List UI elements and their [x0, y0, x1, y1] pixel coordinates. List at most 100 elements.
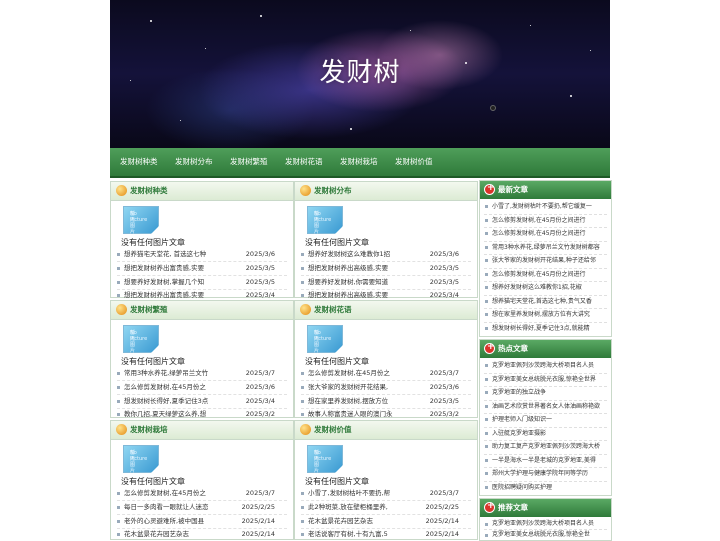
sidebar-link[interactable]: 医院招聘疑问购买护理 — [484, 481, 607, 495]
article-link[interactable]: 想养猫宅天堂花, 首选这七种 — [124, 248, 239, 261]
list-item[interactable]: 想发财树长得好,夏季记住3点 2025/3/4 — [117, 395, 287, 409]
sidebar-link[interactable]: 一半是海水一半是老城的克罗地亚,美得 — [484, 454, 607, 468]
article-link[interactable]: 想要养好发财树,掌握几个知 — [124, 276, 239, 289]
list-item[interactable]: 想在家里养发财树,摆放方位 2025/3/5 — [301, 395, 471, 409]
list-item[interactable]: 想把发财树养出富贵感,实要 2025/3/5 — [117, 262, 287, 276]
article-link[interactable]: 想要养好发财树,你需要知道 — [308, 276, 423, 289]
nav-item-value[interactable]: 发财树价值 — [395, 148, 433, 176]
list-item[interactable]: 张大爷家的发财树开花结果, 2025/3/6 — [301, 381, 471, 395]
sidebar-link[interactable]: 怎么修剪发财树,在45月份之间进行 — [484, 227, 607, 242]
sidebar-link[interactable]: 想在家里养发财树,摆放方位有大讲究 — [484, 308, 607, 323]
article-link[interactable]: 花木盆景花卉园艺杂志 — [124, 528, 239, 541]
article-link[interactable]: 怎么修剪发财树,在45月份之 — [124, 381, 239, 394]
sidebar-link[interactable]: 张大爷家的发财树开花结果,种子还给邻 — [484, 254, 607, 269]
sidebar-link-text[interactable]: 张大爷家的发财树开花结果,种子还给邻 — [492, 254, 607, 268]
nav-item-propagation[interactable]: 发财树繁殖 — [230, 148, 268, 176]
sidebar-link-text[interactable]: 想养猫宅天堂花,首选这七种,贵气又香 — [492, 295, 607, 309]
sidebar-link[interactable]: 油画艺术欣赏世界著名女人体油画称艳欲 — [484, 400, 607, 414]
article-link[interactable]: 小雪了,发财树枯叶不要扔,帮 — [308, 487, 423, 500]
article-link[interactable]: 怎么修剪发财树,在45月份之 — [124, 487, 239, 500]
sidebar-link[interactable]: 想养好发财树这么难教你1招,花椒 — [484, 281, 607, 296]
panel-title[interactable]: 发财树种类 — [130, 182, 168, 200]
sidebar-link[interactable]: 克罗地亚的独立战争 — [484, 386, 607, 401]
no-picture-thumbnail[interactable]: No Picture 暂无图片 — [307, 445, 343, 474]
list-item[interactable]: 想要养好发财树,掌握几个知 2025/3/5 — [117, 276, 287, 290]
sidebar-link[interactable]: 怎么修剪发财树,在45月份之间进行 — [484, 268, 607, 282]
list-item[interactable]: 想养好发财树这么难教你1招 2025/3/6 — [301, 248, 471, 262]
sidebar-link[interactable]: 怎么修剪发财树,在45月份之间进行 — [484, 214, 607, 228]
list-item[interactable]: 怎么修剪发财树,在45月份之 2025/3/7 — [301, 367, 471, 381]
sidebar-link-text[interactable]: 想在家里养发财树,摆放方位有大讲究 — [492, 308, 607, 322]
article-link[interactable]: 老话说客厅有树,十有九富,5 — [308, 528, 423, 541]
article-link[interactable]: 每日一多肉看一眼就让人迷恋 — [124, 501, 239, 514]
sidebar-link-text[interactable]: 想养好发财树这么难教你1招,花椒 — [492, 281, 607, 295]
sidebar-link[interactable]: 护理老师入门级知识一 — [484, 413, 607, 428]
article-link[interactable]: 花木盆景花卉园艺杂志 — [308, 515, 423, 528]
sidebar-link-text[interactable]: 医院招聘疑问购买护理 — [492, 481, 607, 495]
sidebar-link-text[interactable]: 克罗地亚美女总统脱光衣服,惊艳全世 — [492, 529, 607, 540]
article-link[interactable]: 想把发财树养出富贵感,实要 — [124, 262, 239, 275]
sidebar-link-text[interactable]: 油画艺术欣赏世界著名女人体油画称艳欲 — [492, 400, 607, 414]
list-item[interactable]: 想把发财树养出高级感,实要 2025/3/5 — [301, 262, 471, 276]
list-item[interactable]: 常用3种水养花,绿萝吊兰文竹 2025/3/7 — [117, 367, 287, 381]
article-link[interactable]: 此2种斑菜,放在壁柜桶里养, — [308, 501, 423, 514]
nav-item-flower-language[interactable]: 发财树花语 — [285, 148, 323, 176]
list-item[interactable]: 想要养好发财树,你需要知道 2025/3/5 — [301, 276, 471, 290]
list-item[interactable]: 此2种斑菜,放在壁柜桶里养, 2025/2/25 — [301, 501, 471, 515]
sidebar-link-text[interactable]: 小雪了,发财树枯叶不要扔,帮它缓复一 — [492, 200, 607, 214]
no-picture-thumbnail[interactable]: No Picture 暂无图片 — [123, 206, 159, 235]
sidebar-link-text[interactable]: 想发财树长得好,夏季记住3点,就能精 — [492, 322, 607, 336]
list-item[interactable]: 老话说客厅有树,十有九富,5 2025/2/14 — [301, 528, 471, 541]
panel-title[interactable]: 发财树价值 — [314, 421, 352, 439]
sidebar-link-text[interactable]: 助力复工复产克罗地亚佩列沙茨跨海大桥 — [492, 440, 607, 454]
sidebar-link-text[interactable]: 怎么修剪发财树,在45月份之间进行 — [492, 214, 607, 228]
sidebar-link[interactable]: 克罗地亚美女总统脱光衣服,惊艳全世 — [484, 529, 607, 540]
sidebar-link-text[interactable]: 克罗地亚佩列沙茨跨海大桥项目名人员 — [492, 518, 607, 529]
panel-title[interactable]: 发财树繁殖 — [130, 301, 168, 319]
list-item[interactable]: 怎么修剪发财树,在45月份之 2025/3/7 — [117, 487, 287, 501]
sidebar-link[interactable]: 克罗地亚美女总统脱光衣服,惊艳全世界 — [484, 373, 607, 387]
no-picture-thumbnail[interactable]: No Picture 暂无图片 — [307, 325, 343, 354]
article-link[interactable]: 常用3种水养花,绿萝吊兰文竹 — [124, 367, 239, 380]
sidebar-link[interactable]: 常用3种水养花,绿萝吊兰文竹发财树都容 — [484, 241, 607, 255]
no-picture-thumbnail[interactable]: No Picture 暂无图片 — [123, 445, 159, 474]
list-item[interactable]: 小雪了,发财树枯叶不要扔,帮 2025/3/7 — [301, 487, 471, 501]
list-item[interactable]: 每日一多肉看一眼就让人迷恋 2025/2/25 — [117, 501, 287, 515]
article-link[interactable]: 老外的心灵避难所,被中国县 — [124, 515, 239, 528]
list-item[interactable]: 老外的心灵避难所,被中国县 2025/2/14 — [117, 515, 287, 529]
article-link[interactable]: 想养好发财树这么难教你1招 — [308, 248, 423, 261]
no-picture-thumbnail[interactable]: No Picture 暂无图片 — [307, 206, 343, 235]
article-link[interactable]: 想把发财树养出高级感,实要 — [308, 262, 423, 275]
sidebar-link[interactable]: 小雪了,发财树枯叶不要扔,帮它缓复一 — [484, 200, 607, 215]
article-link[interactable]: 怎么修剪发财树,在45月份之 — [308, 367, 423, 380]
list-item[interactable]: 想养猫宅天堂花, 首选这七种 2025/3/6 — [117, 248, 287, 262]
sidebar-link-text[interactable]: 护理老师入门级知识一 — [492, 413, 607, 427]
sidebar-link[interactable]: 助力复工复产克罗地亚佩列沙茨跨海大桥 — [484, 440, 607, 455]
list-item[interactable]: 花木盆景花卉园艺杂志 2025/2/14 — [301, 515, 471, 529]
sidebar-link-text[interactable]: 一半是海水一半是老城的克罗地亚,美得 — [492, 454, 607, 468]
sidebar-link-text[interactable]: 郑州大学护理与健康学院年同等学历 — [492, 467, 607, 481]
panel-title[interactable]: 发财树分布 — [314, 182, 352, 200]
sidebar-link[interactable]: 郑州大学护理与健康学院年同等学历 — [484, 467, 607, 482]
sidebar-link-text[interactable]: 常用3种水养花,绿萝吊兰文竹发财树都容 — [492, 241, 607, 255]
panel-title[interactable]: 发财树花语 — [314, 301, 352, 319]
nav-item-distribution[interactable]: 发财树分布 — [175, 148, 213, 176]
article-link[interactable]: 张大爷家的发财树开花结果, — [308, 381, 423, 394]
sidebar-link-text[interactable]: 怎么修剪发财树,在45月份之间进行 — [492, 268, 607, 282]
panel-title[interactable]: 发财树栽培 — [130, 421, 168, 439]
no-picture-thumbnail[interactable]: No Picture 暂无图片 — [123, 325, 159, 354]
list-item[interactable]: 怎么修剪发财树,在45月份之 2025/3/6 — [117, 381, 287, 395]
nav-item-cultivation[interactable]: 发财树栽培 — [340, 148, 378, 176]
article-link[interactable]: 想在家里养发财树,摆放方位 — [308, 395, 423, 408]
sidebar-link[interactable]: 想发财树长得好,夏季记住3点,就能精 — [484, 322, 607, 336]
article-link[interactable]: 想发财树长得好,夏季记住3点 — [124, 395, 239, 408]
sidebar-link-text[interactable]: 克罗地亚美女总统脱光衣服,惊艳全世界 — [492, 373, 607, 387]
sidebar-link[interactable]: 入驻艇克罗地亚摄影 — [484, 427, 607, 441]
sidebar-link-text[interactable]: 入驻艇克罗地亚摄影 — [492, 427, 607, 441]
sidebar-link[interactable]: 想养猫宅天堂花,首选这七种,贵气又香 — [484, 295, 607, 309]
list-item[interactable]: 花木盆景花卉园艺杂志 2025/2/14 — [117, 528, 287, 541]
sidebar-link-text[interactable]: 克罗地亚的独立战争 — [492, 386, 607, 400]
sidebar-link-text[interactable]: 克罗地亚佩列沙茨跨海大桥项目名人员 — [492, 359, 607, 373]
sidebar-link[interactable]: 克罗地亚佩列沙茨跨海大桥项目名人员 — [484, 359, 607, 374]
sidebar-link-text[interactable]: 怎么修剪发财树,在45月份之间进行 — [492, 227, 607, 241]
